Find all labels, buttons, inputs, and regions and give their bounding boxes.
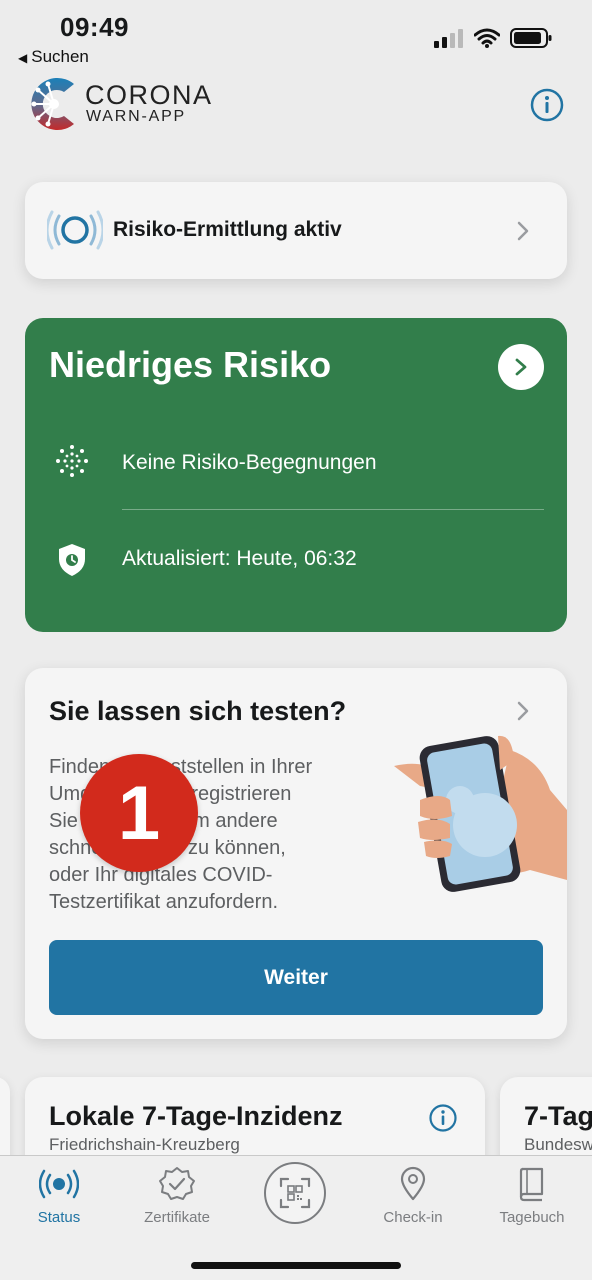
tab-check-in[interactable]: Check-in bbox=[363, 1166, 463, 1226]
local-incidence-district: Friedrichshain-Kreuzberg bbox=[49, 1135, 240, 1154]
chevron-right-icon bbox=[517, 221, 529, 241]
risk-details-button[interactable] bbox=[498, 344, 544, 390]
status-icon bbox=[39, 1169, 79, 1199]
test-card-title: Sie lassen sich testen? bbox=[49, 696, 347, 726]
shield-clock-icon bbox=[59, 544, 85, 576]
last-updated-text: Aktualisiert: Heute, 06:32 bbox=[122, 547, 357, 570]
local-incidence-title: Lokale 7-Tage-Inzidenz bbox=[49, 1101, 343, 1131]
wifi-icon bbox=[474, 28, 500, 48]
home-indicator[interactable] bbox=[191, 1262, 401, 1269]
tab-status[interactable]: Status bbox=[9, 1166, 109, 1226]
tab-label: Check-in bbox=[383, 1209, 443, 1226]
risk-tracing-card[interactable]: Risiko-Ermittlung aktiv bbox=[25, 182, 567, 279]
hand-holding-phone-illustration bbox=[394, 735, 567, 892]
info-icon[interactable] bbox=[429, 1104, 457, 1132]
brand-title: CORONA bbox=[85, 80, 213, 110]
qr-scan-icon bbox=[279, 1177, 311, 1209]
federal-incidence-scope: Bundesweit bbox=[524, 1135, 592, 1154]
info-icon[interactable] bbox=[530, 88, 564, 122]
cellular-signal-icon bbox=[434, 29, 463, 48]
risk-status-card[interactable]: Niedriges Risiko Keine Risiko-Begegnunge… bbox=[25, 318, 567, 632]
back-arrow-icon: ◀ bbox=[18, 51, 28, 65]
risk-tracing-label: Risiko-Ermittlung aktiv bbox=[113, 218, 342, 241]
chevron-right-icon bbox=[517, 701, 529, 721]
location-pin-icon bbox=[400, 1166, 426, 1201]
virus-encounters-icon bbox=[56, 445, 88, 477]
battery-icon bbox=[510, 28, 552, 48]
chevron-right-icon bbox=[515, 358, 527, 376]
corona-warn-app-logo bbox=[31, 78, 74, 130]
qr-scan-button[interactable] bbox=[264, 1162, 326, 1224]
tracing-active-icon bbox=[47, 210, 103, 250]
tab-label: Zertifikate bbox=[144, 1209, 210, 1226]
status-bar: 09:49 ◀ Suchen bbox=[0, 0, 592, 72]
back-to-search-link[interactable]: ◀ Suchen bbox=[18, 47, 89, 67]
brand-subtitle: WARN-APP bbox=[86, 108, 187, 125]
system-indicators bbox=[434, 28, 552, 48]
book-icon bbox=[519, 1167, 544, 1202]
tab-label: Status bbox=[37, 1209, 81, 1226]
tab-certificates[interactable]: Zertifikate bbox=[127, 1166, 227, 1226]
step-number-badge: 1 bbox=[80, 754, 198, 872]
description-line: Testzertifikat anzufordern. bbox=[49, 891, 278, 913]
tab-bar: Status Zertifikate Check-in Tagebuch bbox=[0, 1155, 592, 1280]
back-label: Suchen bbox=[31, 47, 89, 66]
divider bbox=[122, 509, 544, 510]
encounters-text: Keine Risiko-Begegnungen bbox=[122, 451, 377, 474]
risk-level-title: Niedriges Risiko bbox=[49, 344, 332, 385]
description-line: oder Ihr digitales COVID- bbox=[49, 864, 273, 886]
app-header: CORONA WARN-APP bbox=[0, 72, 592, 142]
tab-diary[interactable]: Tagebuch bbox=[482, 1166, 582, 1226]
certificate-icon bbox=[159, 1167, 195, 1200]
continue-button[interactable]: Weiter bbox=[49, 940, 543, 1015]
federal-incidence-title: 7-Tage-Inzidenz bbox=[524, 1101, 592, 1131]
clock: 09:49 bbox=[60, 12, 129, 42]
tab-label: Tagebuch bbox=[499, 1209, 565, 1226]
